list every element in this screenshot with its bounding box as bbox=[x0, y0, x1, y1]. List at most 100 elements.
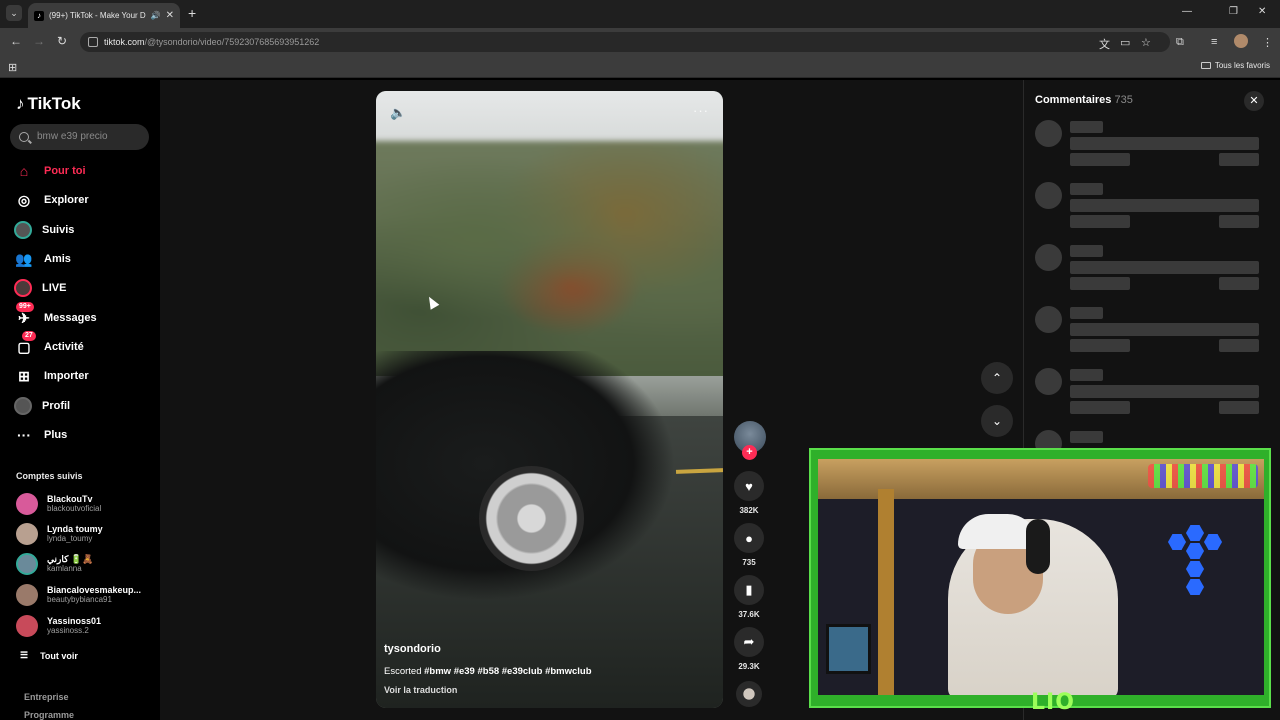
home-icon: ⌂ bbox=[19, 163, 29, 179]
comment-icon: ● bbox=[745, 530, 753, 546]
sidebar-item-amis[interactable]: 👥 Amis bbox=[14, 248, 71, 270]
sidebar-item-label: Importer bbox=[44, 370, 89, 382]
tiktok-logo[interactable]: ♪ TikTok bbox=[16, 94, 81, 114]
avatar bbox=[16, 584, 38, 606]
avatar bbox=[16, 553, 38, 575]
close-comments-button[interactable]: ✕ bbox=[1244, 91, 1264, 111]
comment-skeleton-line bbox=[1070, 323, 1259, 336]
translate-icon[interactable]: 文 bbox=[1099, 36, 1110, 52]
comment-skeleton-avatar bbox=[1035, 182, 1062, 209]
like-count: 382K bbox=[739, 506, 759, 515]
comments-count: 735 bbox=[1114, 94, 1133, 106]
media-control-icon[interactable]: ≡ bbox=[1211, 36, 1217, 48]
back-icon[interactable]: ← bbox=[10, 34, 22, 48]
messages-badge: 99+ bbox=[16, 302, 34, 312]
forward-icon[interactable]: → bbox=[33, 34, 45, 48]
follow-plus-icon[interactable]: + bbox=[742, 445, 757, 460]
sidebar-item-importer[interactable]: ⊞ Importer bbox=[14, 365, 89, 387]
tab-close-icon[interactable]: ✕ bbox=[166, 10, 174, 21]
sidebar-item-pour-toi[interactable]: ⌂ Pour toi bbox=[14, 160, 86, 182]
sidebar-item-label: Activité bbox=[44, 341, 84, 353]
tab-search-button[interactable]: ⌄ bbox=[6, 5, 22, 21]
folder-icon bbox=[1200, 62, 1211, 70]
comment-button[interactable]: ● bbox=[734, 523, 764, 553]
headphones-icon bbox=[1026, 519, 1050, 574]
music-disc-icon[interactable] bbox=[736, 681, 762, 707]
url-bar[interactable]: tiktok.com/@tysondorio/video/75923076856… bbox=[80, 32, 1170, 52]
url-path: /@tysondorio/video/7592307685693951262 bbox=[144, 37, 320, 47]
messages-icon: ✈ 99+ bbox=[14, 302, 34, 328]
reload-icon[interactable]: ↻ bbox=[57, 34, 67, 48]
profile-avatar-icon[interactable] bbox=[1234, 34, 1248, 48]
bookmark-star-icon[interactable]: ☆ bbox=[1141, 36, 1151, 49]
like-button[interactable]: ♥ bbox=[734, 471, 764, 501]
translate-link[interactable]: Voir la traduction bbox=[384, 685, 457, 695]
comment-skeleton-line bbox=[1070, 385, 1259, 398]
save-button[interactable]: ▮ bbox=[734, 575, 764, 605]
share-count: 29.3K bbox=[738, 662, 760, 671]
chevron-up-icon: ⌃ bbox=[991, 371, 1003, 385]
followed-account[interactable]: Lynda toumy lynda_toumy bbox=[16, 522, 103, 546]
window-close-icon[interactable]: ✕ bbox=[1258, 6, 1266, 17]
audio-playing-icon[interactable]: 🔊 bbox=[151, 11, 161, 20]
followed-account[interactable]: كارني 🔋🧸 kamlanna bbox=[16, 552, 93, 576]
sidebar-item-messages[interactable]: ✈ 99+ Messages bbox=[14, 302, 97, 329]
search-input[interactable]: bmw e39 precio bbox=[10, 124, 149, 150]
hex-light-icon bbox=[1186, 561, 1204, 577]
all-bookmarks-button[interactable]: Tous les favoris bbox=[1200, 61, 1270, 70]
footer-link-programme[interactable]: Programme bbox=[24, 710, 74, 720]
sidebar-item-profil[interactable]: Profil bbox=[14, 395, 70, 417]
list-icon: ☰ bbox=[20, 650, 29, 660]
site-info-icon[interactable] bbox=[88, 37, 98, 47]
comments-title: Commentaires 735 bbox=[1035, 94, 1133, 106]
comment-skeleton-line bbox=[1070, 369, 1103, 381]
caption-text: Escorted bbox=[384, 666, 422, 677]
activity-icon: ▢ 27 bbox=[14, 331, 36, 357]
comment-skeleton-line bbox=[1070, 307, 1103, 319]
video-player[interactable]: 🔈 ··· tysondorio Escorted #bmw #e39 #b58… bbox=[376, 91, 723, 708]
browser-tab[interactable]: ♪ (99+) TikTok - Make Your Day 🔊 ✕ bbox=[28, 3, 180, 28]
apps-grid-icon[interactable]: ⊞ bbox=[8, 61, 17, 74]
restore-icon[interactable]: ❐ bbox=[1229, 6, 1238, 17]
save-count: 37.6K bbox=[738, 610, 760, 619]
previous-video-button[interactable]: ⌃ bbox=[981, 362, 1013, 394]
account-name: Yassinoss01 bbox=[47, 616, 102, 626]
comment-skeleton-line bbox=[1070, 153, 1130, 166]
volume-icon[interactable]: 🔈 bbox=[390, 105, 406, 121]
followed-accounts-title: Comptes suivis bbox=[16, 471, 83, 481]
bookmark-icon: ▮ bbox=[745, 582, 753, 597]
video-author[interactable]: tysondorio bbox=[384, 643, 441, 655]
cast-icon[interactable]: ▭ bbox=[1120, 36, 1130, 49]
followed-account[interactable]: BlackouTv blackoutvoficial bbox=[16, 492, 101, 516]
more-icon: ··· bbox=[17, 427, 31, 443]
comment-skeleton-line bbox=[1219, 401, 1259, 414]
new-tab-button[interactable]: + bbox=[188, 5, 196, 21]
share-button[interactable]: ➦ bbox=[734, 627, 764, 657]
sidebar-item-suivis[interactable]: Suivis bbox=[14, 219, 74, 241]
streamer-logo: LIO bbox=[1031, 690, 1075, 715]
comment-skeleton-line bbox=[1070, 431, 1103, 443]
browser-menu-icon[interactable]: ⋮ bbox=[1262, 36, 1273, 49]
comment-skeleton-line bbox=[1219, 215, 1259, 228]
hex-light-icon bbox=[1186, 543, 1204, 559]
sidebar-item-activite[interactable]: ▢ 27 Activité bbox=[14, 331, 84, 358]
followed-account[interactable]: Biancalovesmakeup... beautybybianca91 bbox=[16, 583, 141, 607]
footer-link-entreprise[interactable]: Entreprise bbox=[24, 692, 69, 702]
search-icon bbox=[19, 132, 29, 142]
upload-icon: ⊞ bbox=[18, 367, 30, 384]
see-all-button[interactable]: ☰ Tout voir bbox=[20, 650, 78, 661]
minimize-icon[interactable]: — bbox=[1182, 6, 1192, 17]
webcam-overlay: LIO bbox=[809, 448, 1271, 715]
sidebar-item-live[interactable]: LIVE bbox=[14, 277, 66, 299]
extensions-icon[interactable]: ⧉ bbox=[1176, 36, 1184, 49]
followed-account[interactable]: Yassinoss01 yassinoss.2 bbox=[16, 614, 101, 638]
compass-icon: ◎ bbox=[17, 191, 31, 208]
chevron-down-icon: ⌄ bbox=[991, 414, 1003, 428]
more-options-icon[interactable]: ··· bbox=[693, 103, 709, 118]
caption-hashtags[interactable]: #bmw #e39 #b58 #e39club #bmwclub bbox=[424, 666, 591, 677]
next-video-button[interactable]: ⌄ bbox=[981, 405, 1013, 437]
account-name: Biancalovesmakeup... bbox=[47, 585, 142, 595]
sidebar-item-explorer[interactable]: ◎ Explorer bbox=[14, 189, 89, 211]
sidebar-item-plus[interactable]: ··· Plus bbox=[14, 424, 67, 446]
sidebar: ♪ TikTok bmw e39 precio ⌂ Pour toi ◎ Expl… bbox=[0, 80, 160, 720]
